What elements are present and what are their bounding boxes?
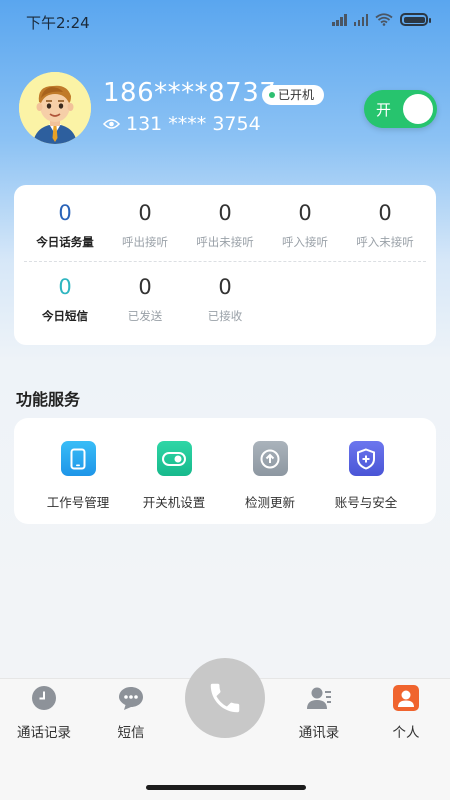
stat-today-sms[interactable]: 0 今日短信 <box>25 275 105 324</box>
stat-label: 今日短信 <box>42 309 88 323</box>
service-account-security[interactable]: 账号与安全 <box>318 418 414 524</box>
stat-label: 呼出未接听 <box>196 235 254 249</box>
stat-incoming-answered[interactable]: 0 呼入接听 <box>265 201 345 250</box>
stat-value: 0 <box>378 201 392 225</box>
nav-contacts[interactable]: 通讯录 <box>279 685 359 741</box>
call-button[interactable] <box>185 658 265 738</box>
service-label: 工作号管理 <box>46 495 110 510</box>
stat-label: 呼出接听 <box>122 235 168 249</box>
toggle-icon <box>156 441 192 476</box>
service-check-update[interactable]: 检测更新 <box>222 418 318 524</box>
nav-sms[interactable]: 短信 <box>91 685 171 741</box>
stat-value: 0 <box>298 201 312 225</box>
stat-label: 呼入接听 <box>282 235 328 249</box>
sub-number-row: 131 **** 3754 <box>103 113 261 135</box>
home-indicator[interactable] <box>146 785 306 790</box>
nav-call-log[interactable]: 通话记录 <box>4 685 84 741</box>
section-title: 功能服务 <box>16 390 81 409</box>
wifi-icon <box>375 13 393 26</box>
service-label: 开关机设置 <box>142 495 206 510</box>
stat-outgoing-answered[interactable]: 0 呼出接听 <box>105 201 185 250</box>
nav-label: 个人 <box>392 725 420 741</box>
status-icons <box>332 13 431 26</box>
stat-value: 0 <box>138 275 152 299</box>
nav-label: 通话记录 <box>17 725 71 741</box>
phone-call-icon <box>210 683 240 713</box>
stat-today-calls[interactable]: 0 今日话务量 <box>25 201 105 250</box>
battery-icon <box>400 13 431 26</box>
power-toggle[interactable]: 开 <box>364 90 437 128</box>
stat-label: 已接收 <box>207 309 243 323</box>
avatar[interactable] <box>19 72 91 144</box>
nav-profile[interactable]: 个人 <box>366 685 446 741</box>
message-icon <box>119 687 143 710</box>
signal-icon <box>353 13 368 26</box>
phone-icon <box>60 441 96 476</box>
stat-value: 0 <box>218 201 232 225</box>
stat-label: 今日话务量 <box>36 235 94 249</box>
stat-incoming-unanswered[interactable]: 0 呼入未接听 <box>345 201 425 250</box>
stat-value: 0 <box>138 201 152 225</box>
nav-label: 短信 <box>117 725 145 741</box>
status-bar: 下午2:24 <box>0 0 450 44</box>
stat-received[interactable]: 0 已接收 <box>185 275 265 324</box>
stat-sent[interactable]: 0 已发送 <box>105 275 185 324</box>
stat-value: 0 <box>58 275 72 299</box>
eye-icon[interactable] <box>103 118 120 130</box>
stat-label: 呼入未接听 <box>356 235 414 249</box>
stat-value: 0 <box>58 201 72 225</box>
service-power-settings[interactable]: 开关机设置 <box>126 418 222 524</box>
services-card: 工作号管理 开关机设置 检测更新 账号与安全 <box>14 418 436 524</box>
call-stats-row: 0 今日话务量 0 呼出接听 0 呼出未接听 0 呼入接听 0 呼入未接听 <box>25 201 447 250</box>
status-time: 下午2:24 <box>26 14 90 32</box>
nav-label: 通讯录 <box>298 725 340 741</box>
stats-card: 0 今日话务量 0 呼出接听 0 呼出未接听 0 呼入接听 0 呼入未接听 0 … <box>14 185 436 345</box>
phone-number: 186****8737 <box>103 78 277 108</box>
stat-value: 0 <box>218 275 232 299</box>
status-badge: 已开机 <box>262 85 325 105</box>
service-label: 检测更新 <box>244 495 295 510</box>
service-work-number[interactable]: 工作号管理 <box>30 418 126 524</box>
person-icon <box>393 685 419 711</box>
contacts-icon <box>307 687 331 709</box>
stat-outgoing-unanswered[interactable]: 0 呼出未接听 <box>185 201 265 250</box>
update-icon <box>252 441 288 476</box>
signal-icon <box>332 13 347 26</box>
sms-stats-row: 0 今日短信 0 已发送 0 已接收 <box>25 275 447 324</box>
divider <box>24 261 426 262</box>
service-label: 账号与安全 <box>334 495 398 510</box>
toggle-label: 开 <box>376 101 392 119</box>
shield-icon <box>348 441 384 476</box>
toggle-knob <box>403 94 433 124</box>
clock-icon <box>32 686 56 710</box>
stat-label: 已发送 <box>127 309 163 323</box>
sub-number: 131 **** 3754 <box>126 113 261 135</box>
